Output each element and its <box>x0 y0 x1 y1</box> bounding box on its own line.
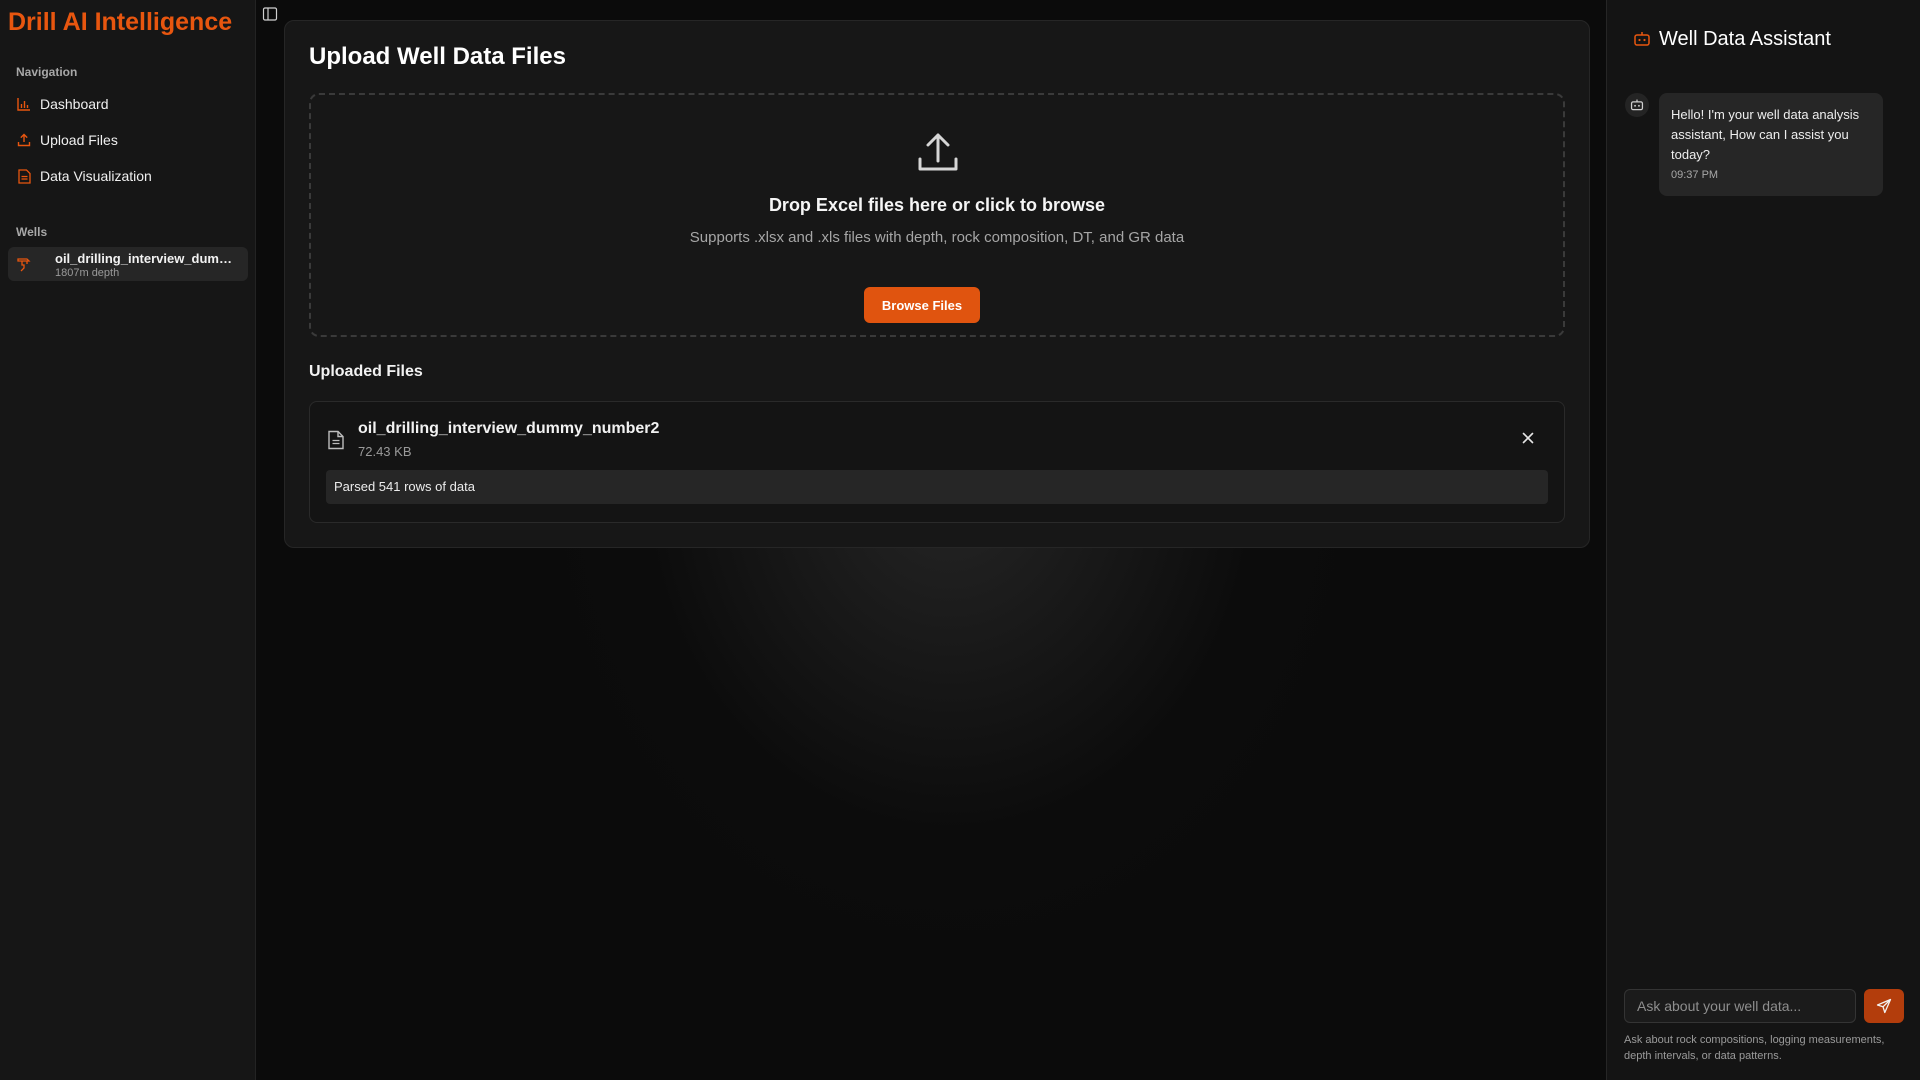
chat-title: Well Data Assistant <box>1659 28 1831 50</box>
drill-icon <box>16 256 32 272</box>
sidebar-item-dashboard[interactable]: Dashboard <box>8 88 248 120</box>
dropzone-subtitle: Supports .xlsx and .xls files with depth… <box>689 229 1185 246</box>
chat-input[interactable] <box>1624 989 1856 1023</box>
upload-icon <box>914 129 962 177</box>
sidebar-toggle-icon[interactable] <box>262 6 278 22</box>
file-icon <box>327 430 345 450</box>
dropzone-title: Drop Excel files here or click to browse <box>768 195 1106 215</box>
brand-title: Drill AI Intelligence <box>8 8 233 36</box>
nav-section-label: Navigation <box>16 65 78 79</box>
sidebar-well-item[interactable]: oil_drilling_interview_dummy_number2 180… <box>8 247 248 281</box>
chat-message-text: Hello! I'm your well data analysis assis… <box>1671 107 1860 162</box>
bot-icon <box>1633 30 1651 48</box>
chat-message: Hello! I'm your well data analysis assis… <box>1659 93 1883 196</box>
well-depth: 1807m depth <box>55 267 120 279</box>
chat-message-time: 09:37 PM <box>1671 169 1719 181</box>
well-name: oil_drilling_interview_dummy_number2 <box>55 251 240 266</box>
chat-hint: Ask about rock compositions, logging mea… <box>1624 1034 1885 1062</box>
file-icon <box>16 168 32 184</box>
send-button[interactable] <box>1864 989 1904 1023</box>
sidebar: Drill AI Intelligence Navigation Dashboa… <box>0 0 256 1080</box>
browse-files-button[interactable]: Browse Files <box>864 287 980 323</box>
parse-status-text: Parsed 541 rows of data <box>334 479 475 494</box>
sidebar-item-label: Upload Files <box>40 132 118 148</box>
uploaded-file-item: oil_drilling_interview_dummy_number2 72.… <box>309 401 1565 523</box>
sidebar-item-upload-files[interactable]: Upload Files <box>8 124 248 156</box>
sidebar-item-label: Dashboard <box>40 96 109 112</box>
bot-icon <box>1630 99 1644 111</box>
app-root: Drill AI Intelligence Navigation Dashboa… <box>0 0 1920 1080</box>
sidebar-item-label: Data Visualization <box>40 168 152 184</box>
page-title: Upload Well Data Files <box>309 43 566 70</box>
close-icon[interactable] <box>1520 430 1536 446</box>
file-size: 72.43 KB <box>358 444 412 459</box>
chat-panel: Well Data Assistant Hello! I'm your well… <box>1606 0 1920 1080</box>
sidebar-item-data-visualization[interactable]: Data Visualization <box>8 160 248 192</box>
bar-chart-icon <box>16 96 32 112</box>
parse-status: Parsed 541 rows of data <box>326 470 1548 504</box>
bot-avatar <box>1625 93 1649 117</box>
upload-card: Upload Well Data Files Drop Excel files … <box>284 20 1590 548</box>
file-dropzone[interactable]: Drop Excel files here or click to browse… <box>309 93 1565 337</box>
file-name: oil_drilling_interview_dummy_number2 <box>358 420 660 437</box>
upload-icon <box>16 132 32 148</box>
uploaded-files-heading: Uploaded Files <box>309 363 423 380</box>
wells-section-label: Wells <box>16 225 48 239</box>
send-icon <box>1876 998 1892 1014</box>
